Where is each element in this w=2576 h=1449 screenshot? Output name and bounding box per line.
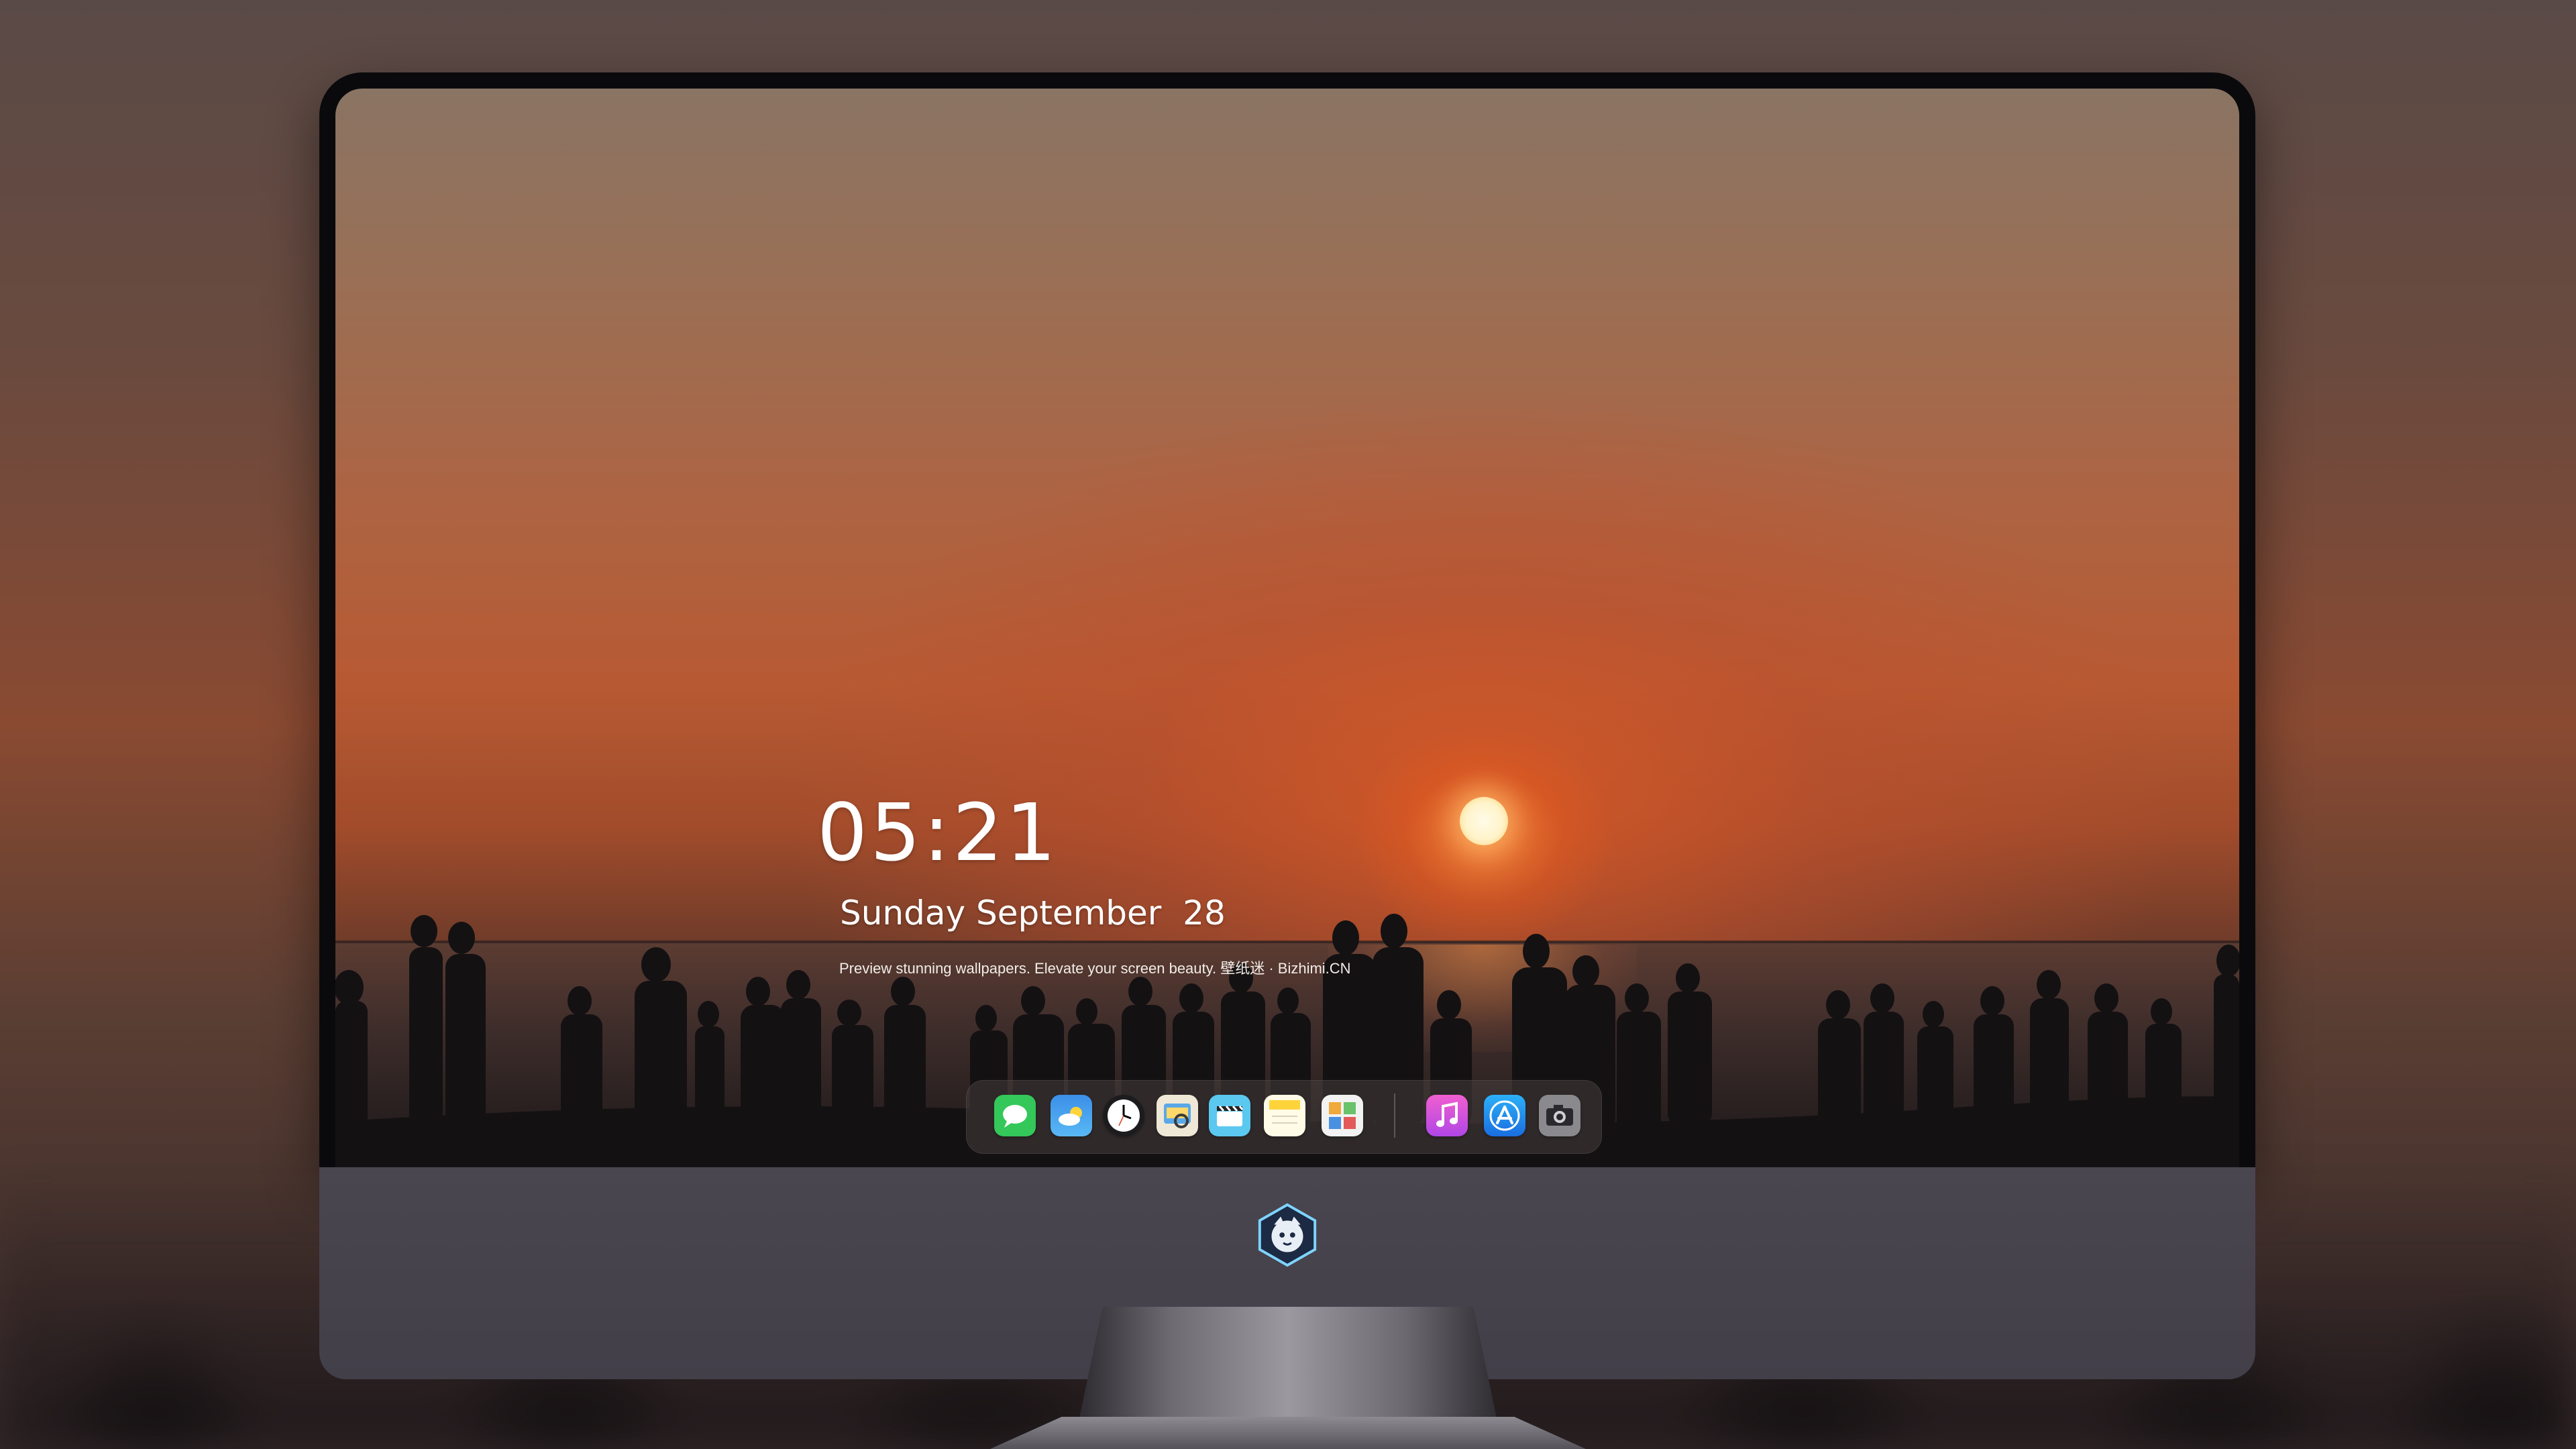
clock-date: Sunday September 28 bbox=[840, 894, 1226, 932]
preview-icon[interactable] bbox=[1157, 1095, 1198, 1136]
weather-icon[interactable] bbox=[1051, 1095, 1092, 1136]
dock-divider bbox=[1394, 1093, 1395, 1138]
clock-time: 05:21 bbox=[817, 786, 1059, 879]
clapperboard-icon[interactable] bbox=[1209, 1095, 1250, 1136]
monitor-stand-base bbox=[990, 1417, 1586, 1449]
mascot-logo-icon bbox=[1258, 1203, 1317, 1267]
desktop-screen: 05:21 Sunday September 28 Preview stunni… bbox=[335, 89, 2239, 1173]
wallpaper-tagline: Preview stunning wallpapers. Elevate you… bbox=[839, 960, 1351, 977]
camera-icon[interactable] bbox=[1539, 1095, 1580, 1136]
music-note-icon[interactable] bbox=[1426, 1095, 1468, 1136]
crowd-silhouettes bbox=[335, 914, 2239, 1173]
monitor-stand bbox=[1077, 1307, 1499, 1428]
notes-icon[interactable] bbox=[1264, 1095, 1305, 1136]
clock-icon[interactable] bbox=[1103, 1095, 1144, 1136]
messages-icon[interactable] bbox=[994, 1095, 1036, 1136]
gallery-icon[interactable] bbox=[1322, 1095, 1363, 1136]
app-store-icon[interactable] bbox=[1484, 1095, 1525, 1136]
